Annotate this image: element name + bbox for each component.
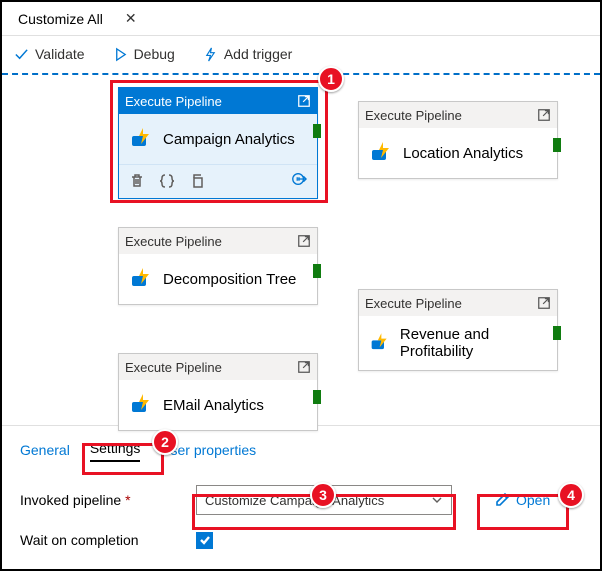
trash-icon[interactable] — [129, 173, 145, 189]
wait-on-completion-label: Wait on completion — [20, 532, 196, 548]
badge-2: 2 — [152, 429, 178, 455]
play-icon — [113, 47, 128, 62]
node-title: Decomposition Tree — [163, 271, 296, 288]
braces-icon[interactable] — [159, 173, 175, 189]
node-location-analytics[interactable]: Execute Pipeline Location Analytics — [358, 101, 558, 179]
node-title: Location Analytics — [403, 145, 523, 162]
popout-icon[interactable] — [537, 296, 551, 310]
node-title: Campaign Analytics — [163, 131, 295, 148]
copy-icon[interactable] — [189, 173, 205, 189]
tab-settings[interactable]: Settings — [90, 440, 141, 462]
node-campaign-analytics[interactable]: Execute Pipeline Campaign Analytics — [118, 87, 318, 199]
node-type-label: Execute Pipeline — [125, 234, 222, 249]
badge-1: 1 — [318, 66, 344, 92]
badge-4: 4 — [558, 482, 584, 508]
popout-icon[interactable] — [537, 108, 551, 122]
chevron-down-icon — [431, 494, 443, 506]
pencil-icon — [494, 492, 510, 508]
check-icon — [199, 534, 211, 546]
node-type-label: Execute Pipeline — [365, 296, 462, 311]
validate-label: Validate — [35, 46, 85, 62]
badge-3: 3 — [310, 482, 336, 508]
output-port[interactable] — [553, 326, 561, 340]
pipeline-icon — [129, 392, 155, 418]
wait-on-completion-checkbox[interactable] — [196, 532, 213, 549]
output-port[interactable] — [313, 124, 321, 138]
pipeline-icon — [369, 140, 395, 166]
popout-icon[interactable] — [297, 94, 311, 108]
pipeline-icon — [129, 266, 155, 292]
output-port[interactable] — [313, 264, 321, 278]
node-revenue-profitability[interactable]: Execute Pipeline Revenue and Profitabili… — [358, 289, 558, 371]
tab-general[interactable]: General — [20, 442, 70, 462]
bolt-icon — [203, 47, 218, 62]
pipeline-icon — [129, 126, 155, 152]
debug-button[interactable]: Debug — [107, 42, 181, 66]
popout-icon[interactable] — [297, 234, 311, 248]
node-decomposition-tree[interactable]: Execute Pipeline Decomposition Tree — [118, 227, 318, 305]
node-email-analytics[interactable]: Execute Pipeline EMail Analytics — [118, 353, 318, 431]
popout-icon[interactable] — [297, 360, 311, 374]
output-port[interactable] — [553, 138, 561, 152]
pipeline-canvas[interactable]: Execute Pipeline Campaign Analytics Exec… — [2, 73, 600, 425]
invoked-pipeline-label: Invoked pipeline * — [20, 492, 196, 508]
validate-button[interactable]: Validate — [8, 42, 91, 66]
check-icon — [14, 47, 29, 62]
select-value: Customize Campaign Analytics — [205, 493, 384, 508]
node-type-label: Execute Pipeline — [125, 94, 222, 109]
open-label: Open — [516, 492, 550, 508]
node-type-label: Execute Pipeline — [125, 360, 222, 375]
node-title: EMail Analytics — [163, 397, 264, 414]
add-trigger-button[interactable]: Add trigger — [197, 42, 298, 66]
node-title: Revenue and Profitability — [400, 326, 547, 360]
node-type-label: Execute Pipeline — [365, 108, 462, 123]
page-title: Customize All — [8, 11, 113, 27]
trigger-label: Add trigger — [224, 46, 292, 62]
run-icon[interactable] — [291, 171, 307, 187]
debug-label: Debug — [134, 46, 175, 62]
output-port[interactable] — [313, 390, 321, 404]
close-icon[interactable]: ✕ — [113, 10, 149, 27]
open-button[interactable]: Open — [484, 485, 560, 515]
pipeline-icon — [369, 330, 392, 356]
